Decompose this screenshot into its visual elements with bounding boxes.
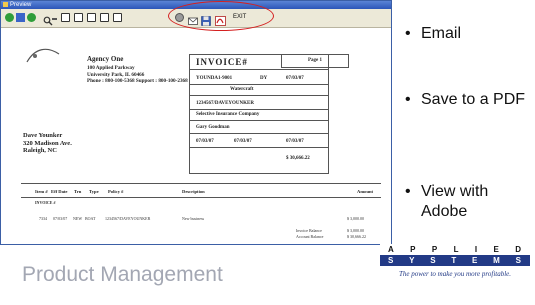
product-management-label: Product Management bbox=[22, 263, 223, 286]
table-header-rule bbox=[21, 197, 381, 198]
page-number: Page 1 bbox=[281, 54, 349, 68]
table-top-rule bbox=[21, 183, 381, 184]
zoom-icon[interactable] bbox=[43, 13, 53, 26]
highlight-ellipse bbox=[168, 1, 274, 31]
customer-address: Dave Younker 320 Madison Ave. Raleigh, N… bbox=[23, 132, 72, 154]
invoice-title: INVOICE# bbox=[196, 57, 248, 67]
applied-logo-row: APPLIED bbox=[380, 244, 530, 255]
window-title: Preview bbox=[10, 2, 32, 8]
col-eff-date: Eff Date bbox=[51, 189, 68, 194]
col-description: Description bbox=[182, 189, 205, 194]
effective-date: 07/03/07 bbox=[196, 139, 214, 144]
section-label: INVOICE # bbox=[35, 200, 56, 205]
divider bbox=[190, 109, 328, 110]
col-amount: Amount bbox=[357, 189, 374, 194]
col-type: Type bbox=[89, 189, 99, 194]
divider bbox=[190, 120, 328, 121]
col-item: Item # bbox=[35, 189, 48, 194]
systems-logo-row: SYSTEMS bbox=[380, 255, 530, 266]
divider bbox=[190, 133, 328, 134]
company-name: Watercraft bbox=[230, 87, 254, 92]
col-policy: Policy # bbox=[108, 189, 124, 194]
agency-address: 100 Applied Parkway University Park, IL … bbox=[87, 65, 188, 84]
thumbnail-view-icon[interactable] bbox=[100, 13, 109, 22]
invoice-date: 07/03/07 bbox=[286, 76, 304, 81]
expiration-date: 07/03/07 bbox=[234, 139, 252, 144]
agency-logo bbox=[25, 46, 63, 64]
multi-page-icon[interactable] bbox=[87, 13, 96, 22]
insurer-name: Selective Insurance Company bbox=[196, 112, 260, 117]
producer-name: Gary Goodman bbox=[196, 125, 230, 130]
zoom-separator-icon bbox=[52, 18, 57, 20]
col-trn: Trn bbox=[74, 189, 82, 194]
agency-name: Agency One bbox=[87, 55, 124, 63]
invoice-code: DY bbox=[260, 76, 268, 81]
back-arrow-icon[interactable] bbox=[5, 13, 14, 22]
divider bbox=[190, 95, 328, 96]
app-icon bbox=[3, 2, 8, 7]
amount-due: $ 30,666.22 bbox=[286, 156, 310, 161]
applied-systems-logo: APPLIED SYSTEMS The power to make you mo… bbox=[380, 244, 530, 292]
divider bbox=[190, 69, 328, 70]
divider bbox=[190, 147, 328, 148]
preview-window: Preview EXIT Agency One 100 Applied Park… bbox=[0, 0, 392, 245]
invoice-header-box: INVOICE# YOUNDA1-9001 DY 07/03/07 Waterc… bbox=[189, 54, 329, 174]
invoice-number: YOUNDA1-9001 bbox=[196, 76, 233, 81]
policy-reference: 1234567/DAVEYOUNKER bbox=[196, 101, 254, 106]
page-icon[interactable] bbox=[16, 13, 25, 22]
logo-tagline: The power to make you more profitable. bbox=[398, 270, 512, 278]
grid-view-icon[interactable] bbox=[113, 13, 122, 22]
invoice-document: Agency One 100 Applied Parkway Universit… bbox=[1, 28, 391, 244]
two-page-icon[interactable] bbox=[74, 13, 83, 22]
balance-due-date: 07/03/07 bbox=[286, 139, 304, 144]
divider bbox=[190, 84, 328, 85]
forward-arrow-icon[interactable] bbox=[27, 13, 36, 22]
single-page-icon[interactable] bbox=[61, 13, 70, 22]
